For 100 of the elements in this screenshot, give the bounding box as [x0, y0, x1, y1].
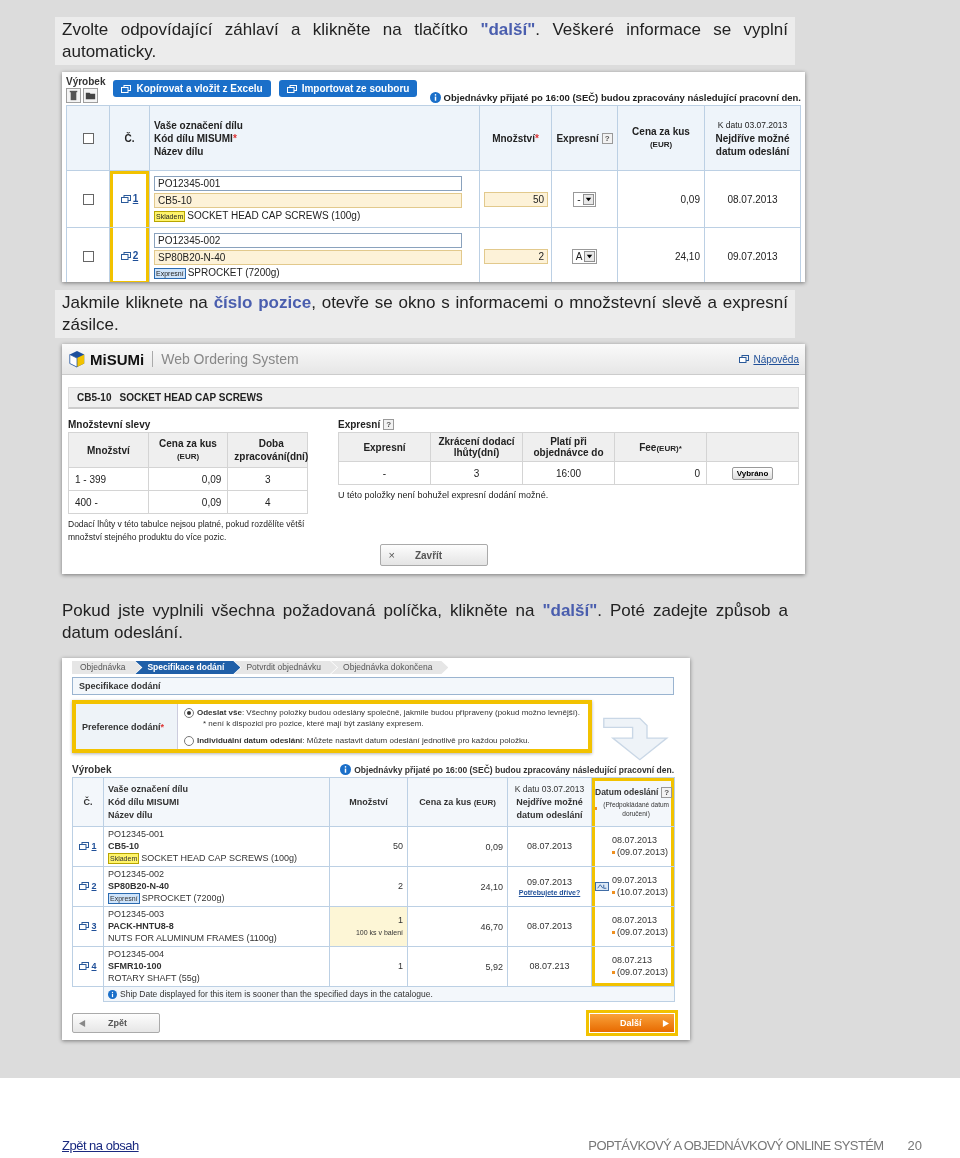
position-link[interactable]: 1	[91, 841, 97, 851]
notice-text: Objednávky přijaté po 16:00 (SEČ) budou zpracovány následující pracovní den.	[354, 764, 674, 775]
position-link[interactable]: 2	[132, 250, 139, 262]
quantity-text: 50	[392, 840, 403, 853]
progress-step: Objednávka	[72, 661, 142, 674]
field-label: Preference dodání*	[82, 721, 165, 732]
table-cell: 3	[264, 473, 271, 485]
window-icon	[79, 922, 90, 930]
express-dropdown[interactable]: A	[571, 248, 598, 264]
help-button[interactable]: ?	[661, 786, 673, 798]
help-button[interactable]: ?	[601, 132, 613, 144]
reference-text: PO12345-001	[108, 829, 166, 841]
window-icon	[120, 251, 131, 260]
ship-date: 09.07.2013	[727, 250, 778, 262]
row-checkbox[interactable]	[82, 250, 94, 262]
selected-button[interactable]: Vybráno	[731, 466, 774, 480]
column-header: Cena za kus (EUR)	[632, 125, 690, 151]
instruction-text: Pokud jste vyplnili všechna požadovaná políčka, klikněte na "další". Poté zadejte způsob a datum odeslání.	[61, 600, 789, 644]
column-header: Cena za kus (EUR)	[159, 437, 217, 463]
position-link[interactable]: 2	[91, 881, 97, 891]
column-header: Množství*	[492, 132, 539, 144]
column-header: Vaše označení dílu Kód dílu MISUMI* Název dílu	[154, 118, 243, 158]
select-all-checkbox[interactable]	[82, 132, 94, 144]
reference-field[interactable]: PO12345-001	[154, 176, 462, 191]
instruction-text: Jakmile kliknete na číslo pozice, otevře se okno s informacemi o množstevní slevě a expresní zásilce.	[55, 290, 795, 338]
part-code: SFMR10-100	[108, 960, 163, 972]
column-header: Vaše označení dílu Kód dílu MISUMI Název dílu	[108, 782, 189, 822]
table-cell: 16:00	[556, 467, 581, 479]
folder-icon[interactable]	[83, 88, 98, 103]
unit-price: 24,10	[480, 881, 503, 892]
window-icon	[286, 84, 297, 93]
radio-button[interactable]	[184, 736, 194, 746]
position-link[interactable]: 1	[132, 193, 139, 205]
unit-price: 0,09	[485, 841, 503, 852]
reference-field[interactable]: PO12345-002	[154, 233, 462, 248]
quantity-text: 1	[397, 960, 403, 973]
position-link[interactable]: 4	[91, 961, 97, 971]
cube-logo-icon	[68, 350, 86, 368]
unit-price: 0,09	[680, 193, 700, 205]
table-cell: 0,09	[201, 473, 222, 485]
progress-step: Objednávka dokončena	[331, 661, 449, 674]
quantity-field[interactable]: 50	[484, 191, 548, 207]
window-icon	[79, 882, 90, 890]
section-title: Množstevní slevy	[68, 419, 151, 430]
ship-date: 08.07.2013	[612, 915, 659, 927]
window-icon	[120, 194, 131, 203]
part-name: SOCKET HEAD CAP SCREWS (100g)	[187, 210, 361, 222]
table-cell: 0	[694, 467, 700, 479]
trash-icon[interactable]	[66, 88, 81, 103]
delivery-date: (09.07.2013)	[617, 846, 669, 857]
part-code-field[interactable]: CB5-10	[154, 193, 462, 208]
close-button[interactable]: × Zavřít	[379, 544, 488, 566]
part-name: SOCKET HEAD CAP SCREWS (100g)	[141, 852, 297, 864]
position-link[interactable]: 3	[91, 921, 97, 931]
ship-date: 08.07.213	[612, 955, 654, 967]
reference-text: PO12345-003	[108, 909, 166, 921]
footnote-text: Dodací lhůty v této tabulce nejsou platné, pokud rozdělíte větší množství stejného produktu do více pozic.	[68, 518, 306, 544]
column-header: Expresní	[363, 441, 406, 453]
column-header: Zkrácení dodací lhůty(dní)	[438, 436, 515, 458]
back-to-contents-link[interactable]: Zpět na obsah	[62, 1138, 139, 1153]
delivery-date: (09.07.2013)	[617, 926, 669, 937]
date-note: K datu 03.07.2013	[513, 782, 586, 796]
section-label: Výrobek	[66, 76, 106, 87]
product-code: CB5-10	[77, 392, 112, 403]
reference-text: PO12345-002	[108, 869, 166, 881]
progress-step: Potvrdit objednávku	[234, 661, 338, 674]
column-header: Expresní	[556, 132, 599, 144]
quantity-field[interactable]: 2	[484, 248, 548, 264]
express-dropdown[interactable]: -	[573, 191, 596, 207]
action-button[interactable]: Importovat ze souboru	[278, 80, 418, 97]
back-button[interactable]: Zpět	[72, 1013, 160, 1033]
table-cell: 1 - 399	[75, 473, 107, 485]
option-note: * není k dispozici pro pozice, které mají být zaslány expresem.	[202, 718, 425, 729]
ship-date: 08.07.2013	[612, 835, 659, 847]
ship-date: 08.07.213	[528, 960, 571, 973]
column-header: Fee(EUR)*	[639, 441, 682, 453]
column-header: Č.	[83, 797, 93, 807]
ship-date: 08.07.2013	[727, 193, 778, 205]
column-header: Cena za kus (EUR)	[419, 797, 496, 807]
left-triangle-icon	[79, 1019, 86, 1027]
column-header: Datum odeslání	[595, 787, 659, 797]
part-code: CB5-10	[108, 840, 140, 852]
instruction-text: Zvolte odpovídající záhlaví a klikněte na tlačítko "další". Veškeré informace se vyplní automaticky.	[55, 17, 795, 65]
action-button[interactable]: Kopírovat a vložit z Excelu	[113, 80, 271, 97]
info-icon	[340, 764, 352, 775]
help-button[interactable]: ?	[383, 419, 395, 430]
product-name: SOCKET HEAD CAP SCREWS	[119, 392, 263, 403]
part-code-field[interactable]: SP80B20-N-40	[154, 250, 462, 265]
part-name: ROTARY SHAFT (55g)	[108, 972, 200, 984]
column-header: Platí při objednávce do	[533, 436, 604, 458]
radio-button[interactable]	[184, 708, 194, 718]
column-header: Nejdříve možné datum odeslání	[516, 795, 583, 822]
unit-price: 5,92	[485, 961, 503, 972]
column-header: Množství	[349, 797, 388, 807]
help-link[interactable]: Nápověda	[753, 353, 799, 365]
row-checkbox[interactable]	[82, 193, 94, 205]
option-text: Odeslat vše: Všechny položky budou odeslány společně, jakmile budou připraveny (pokud možno levnější).	[197, 707, 580, 718]
note-text: U této položky není bohužel expresní dodání možné.	[338, 489, 550, 502]
table-cell: 3	[473, 467, 480, 479]
table-cell: 4	[264, 496, 271, 508]
